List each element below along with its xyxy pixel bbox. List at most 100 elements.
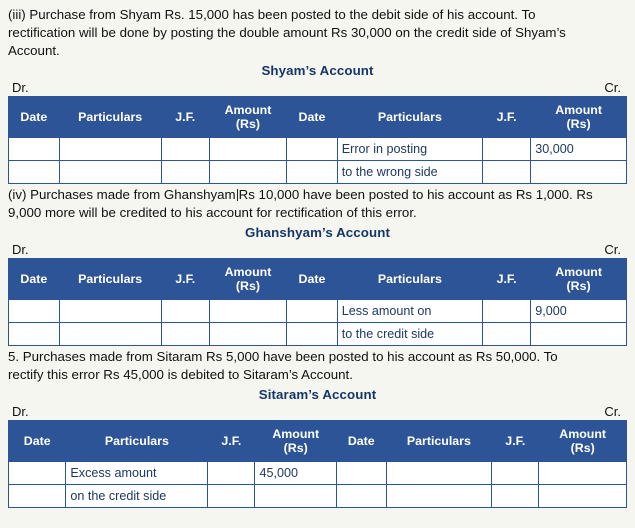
table-row: to the wrong side (8, 160, 627, 184)
paragraph-iv-line-1: (iv) Purchases made from Ghanshyam Rs 10,… (8, 186, 627, 204)
cell-particulars-cr (385, 484, 493, 508)
header-amount-dr: Amount (Rs) (208, 258, 288, 300)
cell-particulars-dr (58, 137, 162, 161)
cell-jf-dr (160, 299, 210, 323)
header-particulars-dr: Particulars (58, 96, 162, 138)
document-page: (iii) Purchase from Shyam Rs. 15,000 has… (0, 0, 635, 528)
cell-particulars-cr (385, 461, 493, 485)
cell-date-cr (286, 137, 338, 161)
header-amount-cr-unit: (Rs) (570, 441, 595, 455)
header-amount-dr-unit: (Rs) (235, 279, 261, 293)
dr-cr-row-shyam: Dr. Cr. (8, 80, 627, 96)
paragraph-iv: (iv) Purchases made from Ghanshyam Rs 10,… (8, 186, 627, 222)
header-amount-dr: Amount (Rs) (208, 96, 288, 138)
header-date-dr: Date (8, 96, 60, 138)
cell-amount-cr (530, 322, 627, 346)
cell-date-cr (286, 160, 338, 184)
header-amount-cr-label: Amount (555, 103, 602, 117)
cell-particulars-dr (58, 322, 162, 346)
header-particulars-cr: Particulars (336, 258, 483, 300)
cell-amount-dr (208, 137, 288, 161)
header-amount-cr: Amount (Rs) (530, 258, 627, 300)
text-cursor-icon (236, 189, 238, 201)
cell-amount-dr (208, 322, 288, 346)
cell-jf-cr (481, 137, 532, 161)
cell-particulars-dr: on the credit side (65, 484, 209, 508)
dr-cr-row-sitaram: Dr. Cr. (8, 404, 627, 420)
header-amount-cr: Amount (Rs) (530, 96, 627, 138)
cell-date-cr (286, 299, 338, 323)
cell-jf-cr (481, 160, 532, 184)
ledger-table-sitaram: Date Particulars J.F. Amount (Rs) Date P… (7, 420, 627, 508)
header-jf-dr: J.F. (207, 420, 256, 462)
paragraph-iii: (iii) Purchase from Shyam Rs. 15,000 has… (8, 6, 627, 60)
paragraph-5-line-2: rectify this error Rs 45,000 is debited … (8, 367, 353, 382)
cell-amount-dr: 45,000 (254, 461, 337, 485)
cr-label-shyam: Cr. (604, 80, 621, 95)
header-amount-cr-unit: (Rs) (566, 279, 591, 293)
header-particulars-dr: Particulars (58, 258, 162, 300)
header-amount-dr-unit: (Rs) (235, 117, 261, 131)
table-row: Less amount on 9,000 (8, 299, 627, 323)
cell-date-dr (7, 484, 67, 508)
cell-jf-dr (160, 137, 210, 161)
ledger-table-ghanshyam: Date Particulars J.F. Amount (Rs) Date P… (8, 258, 627, 346)
header-date-dr: Date (8, 258, 60, 300)
header-amount-dr: Amount (Rs) (254, 420, 337, 462)
cell-amount-cr (530, 160, 627, 184)
cell-amount-dr (208, 299, 288, 323)
header-jf-dr: J.F. (160, 96, 210, 138)
cell-date-cr (336, 484, 387, 508)
cell-amount-cr: 30,000 (530, 137, 627, 161)
cell-jf-dr (207, 484, 256, 508)
cell-date-cr (286, 322, 338, 346)
paragraph-iv-text-1: (iv) Purchases made from Ghanshyam (8, 187, 236, 202)
paragraph-5-line-1: 5. Purchases made from Sitaram Rs 5,000 … (8, 349, 558, 364)
table-header-row: Date Particulars J.F. Amount (Rs) Date P… (7, 420, 627, 462)
table-header-row: Date Particulars J.F. Amount (Rs) Date P… (8, 96, 627, 138)
table-header-row: Date Particulars J.F. Amount (Rs) Date P… (8, 258, 627, 300)
cell-date-dr (8, 160, 60, 184)
cell-amount-cr (538, 484, 627, 508)
paragraph-iv-line-2: 9,000 more will be credited to his accou… (8, 205, 417, 220)
cell-jf-dr (160, 160, 210, 184)
cell-particulars-cr: to the credit side (336, 322, 483, 346)
header-jf-dr: J.F. (160, 258, 210, 300)
header-jf-cr: J.F. (481, 96, 532, 138)
header-particulars-dr: Particulars (65, 420, 209, 462)
paragraph-iii-line-2: rectification will be done by posting th… (8, 25, 566, 40)
header-date-dr: Date (7, 420, 67, 462)
account-title-ghanshyam: Ghanshyam’s Account (245, 225, 390, 240)
header-particulars-cr: Particulars (385, 420, 493, 462)
cell-date-dr (8, 137, 60, 161)
cell-amount-dr (254, 484, 337, 508)
cell-particulars-dr: Excess amount (65, 461, 209, 485)
cr-label-ghanshyam: Cr. (604, 242, 621, 257)
cell-amount-dr (208, 160, 288, 184)
header-amount-dr-label: Amount (272, 427, 320, 441)
cell-amount-cr (538, 461, 627, 485)
cell-particulars-cr: Less amount on (336, 299, 483, 323)
cell-particulars-cr: to the wrong side (336, 160, 483, 184)
cell-particulars-dr (58, 299, 162, 323)
cell-jf-cr (481, 322, 532, 346)
header-amount-cr-unit: (Rs) (566, 117, 591, 131)
paragraph-iii-line-1: (iii) Purchase from Shyam Rs. 15,000 has… (8, 7, 536, 22)
cell-jf-dr (160, 322, 210, 346)
header-amount-cr: Amount (Rs) (538, 420, 627, 462)
header-amount-dr-unit: (Rs) (283, 441, 308, 455)
cell-date-dr (8, 322, 60, 346)
cell-amount-cr: 9,000 (530, 299, 627, 323)
header-jf-cr: J.F. (481, 258, 532, 300)
header-date-cr: Date (286, 258, 338, 300)
cell-date-dr (7, 461, 67, 485)
table-row: Error in posting 30,000 (8, 137, 627, 161)
dr-label-shyam: Dr. (12, 80, 29, 95)
paragraph-5: 5. Purchases made from Sitaram Rs 5,000 … (8, 348, 627, 384)
cell-jf-cr (491, 484, 540, 508)
header-amount-dr-label: Amount (224, 265, 272, 279)
paragraph-iv-text-2: Rs 10,000 have been posted to his accoun… (238, 187, 593, 202)
table-row: Excess amount 45,000 (7, 461, 627, 485)
header-amount-dr-label: Amount (224, 103, 272, 117)
cell-jf-cr (491, 461, 540, 485)
